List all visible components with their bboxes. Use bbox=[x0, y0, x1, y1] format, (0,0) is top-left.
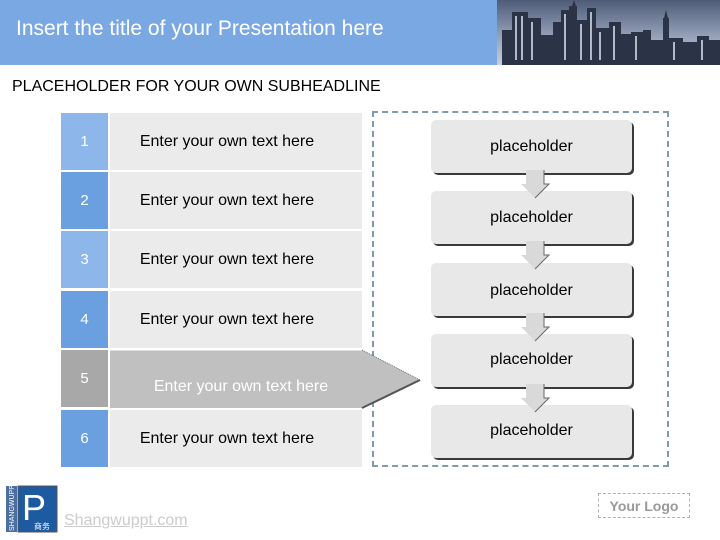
logo-chinese-text: 商务 bbox=[34, 521, 50, 531]
website-link[interactable]: Shangwuppt.com bbox=[64, 512, 188, 530]
row-text[interactable]: Enter your own text here bbox=[110, 291, 362, 348]
flow-box-label: placeholder bbox=[490, 351, 573, 368]
arrow-down-icon bbox=[521, 313, 551, 342]
presentation-title: Insert the title of your Presentation he… bbox=[16, 17, 384, 40]
logo-side-text: SHANGWUPPT bbox=[9, 485, 16, 531]
flow-box-1[interactable]: placeholder bbox=[431, 120, 632, 173]
flow-box-label: placeholder bbox=[490, 422, 573, 439]
city-skyline-image bbox=[497, 0, 720, 65]
arrow-down-icon bbox=[521, 241, 551, 270]
subheadline: PLACEHOLDER FOR YOUR OWN SUBHEADLINE bbox=[12, 78, 381, 95]
list-row-1: 1 Enter your own text here bbox=[61, 113, 362, 170]
flow-box-label: placeholder bbox=[490, 137, 573, 155]
list-row-4: 4 Enter your own text here bbox=[61, 291, 362, 348]
row-number: 3 bbox=[61, 231, 108, 288]
shangwuppt-logo-icon: SHANGWUPPT P 商务 bbox=[5, 485, 58, 533]
row-text[interactable]: Enter your own text here bbox=[110, 113, 362, 170]
row-text[interactable]: Enter your own text here bbox=[110, 350, 362, 407]
row-number: 6 bbox=[61, 410, 108, 467]
row-text[interactable]: Enter your own text here bbox=[110, 231, 362, 288]
row-number: 1 bbox=[61, 113, 108, 170]
row-number: 2 bbox=[61, 172, 108, 229]
row-text[interactable]: Enter your own text here bbox=[110, 172, 362, 229]
skyline-icon bbox=[497, 0, 720, 65]
list-row-2: 2 Enter your own text here bbox=[61, 172, 362, 229]
arrow-down-icon bbox=[521, 384, 551, 413]
your-logo-placeholder: Your Logo bbox=[598, 493, 690, 518]
header-band: Insert the title of your Presentation he… bbox=[0, 0, 497, 65]
flow-box-label: placeholder bbox=[490, 208, 573, 226]
row-text[interactable]: Enter your own text here bbox=[110, 410, 362, 467]
list-row-3: 3 Enter your own text here bbox=[61, 231, 362, 288]
flow-box-label: placeholder bbox=[490, 282, 573, 299]
row-number: 4 bbox=[61, 291, 108, 348]
list-row-6: 6 Enter your own text here bbox=[61, 410, 362, 467]
arrow-down-icon bbox=[521, 170, 551, 199]
